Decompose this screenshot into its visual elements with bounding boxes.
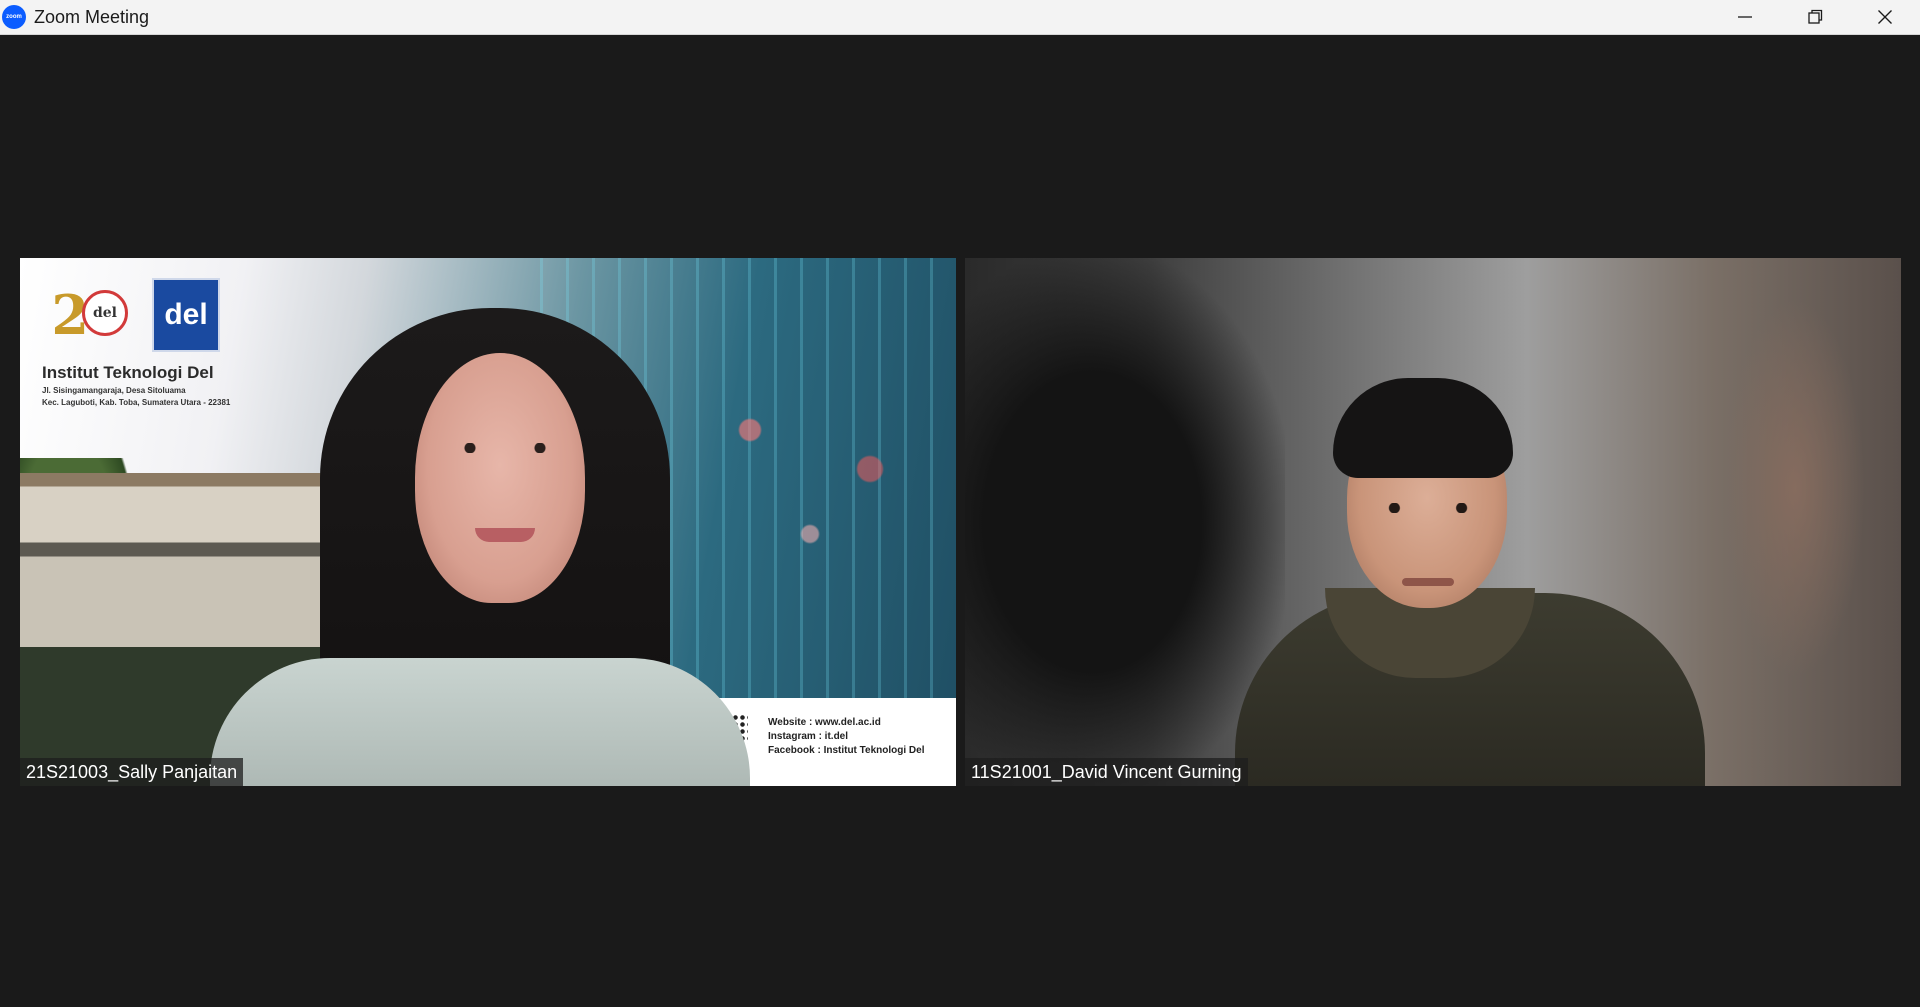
zoom-icon: zoom (2, 5, 26, 29)
meeting-stage: Website : www.del.ac.id Instagram : it.d… (0, 35, 1920, 1007)
address-line-1: Jl. Sisingamangaraja, Desa Sitoluama (42, 386, 186, 395)
facebook-text: Facebook : Institut Teknologi Del (768, 745, 925, 756)
address-line-2: Kec. Laguboti, Kab. Toba, Sumatera Utara… (42, 398, 231, 407)
institution-name: Institut Teknologi Del (42, 363, 214, 382)
participant-name-tag: 11S21001_David Vincent Gurning (965, 758, 1248, 786)
institute-logo: del (152, 278, 220, 352)
institution-address: Jl. Sisingamangaraja, Desa Sitoluama Kec… (42, 385, 230, 409)
minimize-icon (1738, 16, 1752, 18)
blurred-object (1725, 298, 1865, 678)
video-tile-sally[interactable]: Website : www.del.ac.id Instagram : it.d… (20, 258, 956, 786)
participant-face (415, 353, 585, 603)
blurred-dark-area (965, 258, 1285, 786)
participant-name-tag: 21S21003_Sally Panjaitan (20, 758, 244, 786)
participant-eyes (455, 443, 555, 453)
website-text: Website : www.del.ac.id (768, 717, 881, 728)
anniversary-logo: 20 del (44, 280, 134, 350)
participant-mouth (475, 528, 535, 542)
participant-mouth (1402, 578, 1454, 586)
window-title: Zoom Meeting (34, 6, 150, 27)
participant-shoulders (210, 658, 750, 786)
logos: 20 del del (44, 278, 220, 352)
window-controls (1710, 0, 1920, 34)
participant-eyes (1380, 503, 1476, 513)
del-circle-logo: del (82, 290, 128, 336)
background-lights (710, 378, 910, 638)
restore-icon (1808, 9, 1823, 24)
restore-button[interactable] (1780, 0, 1850, 34)
video-tile-david[interactable]: 11S21001_David Vincent Gurning (965, 258, 1901, 786)
close-icon (1878, 10, 1892, 24)
contact-info: Website : www.del.ac.id Instagram : it.d… (768, 716, 925, 758)
close-button[interactable] (1850, 0, 1920, 34)
window-titlebar: zoom Zoom Meeting (0, 0, 1920, 35)
minimize-button[interactable] (1710, 0, 1780, 34)
instagram-text: Instagram : it.del (768, 731, 849, 742)
